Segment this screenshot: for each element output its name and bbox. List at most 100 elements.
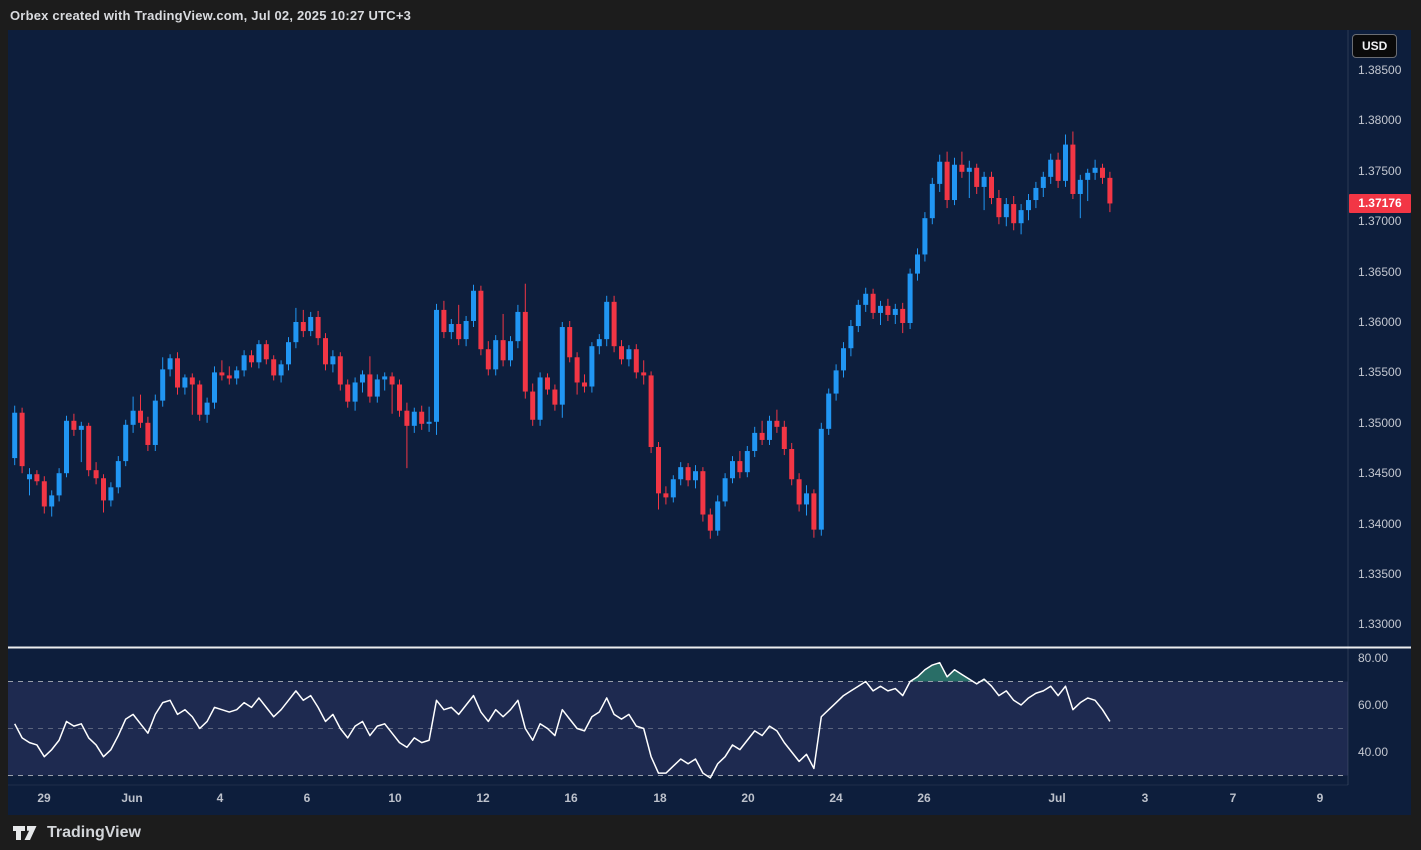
- price-tick-label: 1.37500: [1358, 164, 1410, 178]
- candle-body: [597, 339, 602, 346]
- candle-body: [567, 327, 572, 357]
- tradingview-logo-icon[interactable]: [12, 825, 38, 841]
- candle-body: [915, 254, 920, 273]
- price-tick-label: 1.36500: [1358, 265, 1410, 279]
- candle-body: [515, 312, 520, 341]
- candle-body: [767, 421, 772, 440]
- candle-body: [671, 479, 676, 497]
- candlestick-rsi-chart[interactable]: [8, 30, 1411, 815]
- candle-body: [64, 421, 69, 473]
- time-tick-label: 20: [741, 791, 754, 805]
- candle-body: [863, 294, 868, 305]
- time-tick-label: 16: [564, 791, 577, 805]
- candle-body: [908, 274, 913, 323]
- price-tick-label: 1.35500: [1358, 365, 1410, 379]
- candle-body: [145, 423, 150, 445]
- candle-body: [57, 473, 62, 495]
- price-tick-label: 1.34500: [1358, 466, 1410, 480]
- time-tick-label: 9: [1317, 791, 1324, 805]
- candle-body: [390, 376, 395, 384]
- time-tick-label: 12: [476, 791, 489, 805]
- candle-body: [1085, 173, 1090, 180]
- candle-body: [168, 358, 173, 369]
- candle-body: [249, 355, 254, 362]
- candle-body: [619, 346, 624, 359]
- candle-body: [242, 355, 247, 370]
- candle-body: [279, 364, 284, 375]
- candle-body: [86, 426, 91, 470]
- chart-panel[interactable]: USD 1.385001.380001.375001.370001.365001…: [8, 30, 1411, 815]
- candle-body: [871, 294, 876, 313]
- tradingview-brand-text[interactable]: TradingView: [47, 824, 141, 842]
- price-tick-label: 1.38000: [1358, 113, 1410, 127]
- candle-body: [360, 374, 365, 382]
- candle-body: [427, 422, 432, 424]
- candle-body: [308, 317, 313, 331]
- candle-body: [700, 471, 705, 514]
- candle-body: [811, 493, 816, 529]
- candle-body: [375, 379, 380, 396]
- time-tick-label: 24: [829, 791, 842, 805]
- candle-body: [301, 322, 306, 331]
- candle-body: [1004, 204, 1009, 217]
- candle-body: [959, 165, 964, 172]
- candle-body: [464, 321, 469, 339]
- candle-body: [649, 375, 654, 447]
- chart-attribution-text: Orbex created with TradingView.com, Jul …: [10, 8, 411, 23]
- candle-body: [367, 374, 372, 396]
- candle-body: [42, 481, 47, 506]
- candle-body: [508, 341, 513, 360]
- candle-body: [27, 474, 32, 479]
- candle-body: [819, 429, 824, 530]
- candle-body: [678, 467, 683, 479]
- rsi-tick-label: 40.00: [1358, 745, 1410, 759]
- candle-body: [197, 384, 202, 414]
- candle-body: [434, 310, 439, 422]
- candle-body: [382, 376, 387, 379]
- candle-body: [160, 369, 165, 400]
- candle-body: [545, 377, 550, 389]
- candle-body: [286, 342, 291, 364]
- candle-body: [123, 425, 128, 461]
- candle-body: [345, 384, 350, 401]
- candle-body: [804, 493, 809, 504]
- candle-body: [338, 356, 343, 384]
- candle-body: [404, 411, 409, 426]
- currency-toggle-button[interactable]: USD: [1352, 34, 1397, 58]
- price-tick-label: 1.37000: [1358, 214, 1410, 228]
- candle-body: [745, 451, 750, 472]
- candle-body: [612, 302, 617, 346]
- candle-body: [1078, 180, 1083, 194]
- candle-body: [131, 411, 136, 425]
- candle-body: [412, 412, 417, 426]
- candle-body: [1041, 177, 1046, 188]
- candle-body: [900, 309, 905, 323]
- candle-body: [12, 413, 17, 458]
- candle-body: [1100, 168, 1105, 178]
- candle-body: [94, 470, 99, 478]
- price-tick-label: 1.35000: [1358, 416, 1410, 430]
- candle-body: [456, 324, 461, 339]
- time-tick-label: 7: [1230, 791, 1237, 805]
- candle-body: [841, 348, 846, 370]
- candle-body: [626, 349, 631, 359]
- candle-body: [693, 471, 698, 480]
- candle-body: [256, 344, 261, 362]
- candle-body: [101, 478, 106, 500]
- candle-body: [663, 493, 668, 497]
- candle-body: [856, 305, 861, 326]
- candle-body: [323, 338, 328, 364]
- candle-body: [945, 162, 950, 200]
- time-tick-label: 4: [217, 791, 224, 805]
- candle-body: [190, 377, 195, 384]
- candle-body: [797, 479, 802, 504]
- candle-body: [71, 421, 76, 430]
- candle-body: [582, 382, 587, 386]
- candle-body: [116, 461, 121, 487]
- candle-body: [1093, 168, 1098, 173]
- candle-body: [182, 377, 187, 387]
- candle-body: [878, 306, 883, 313]
- candle-body: [441, 310, 446, 332]
- candle-body: [234, 370, 239, 378]
- candle-body: [1056, 160, 1061, 181]
